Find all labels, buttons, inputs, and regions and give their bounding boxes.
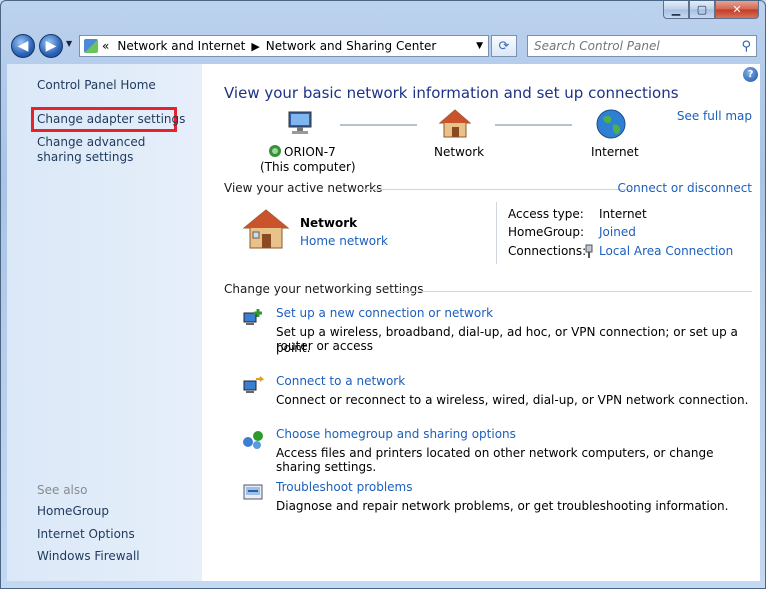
- details-divider: [496, 202, 497, 264]
- local-area-connection-link[interactable]: Local Area Connection: [599, 244, 733, 258]
- sidebar-item-homegroup[interactable]: HomeGroup: [37, 504, 197, 519]
- map-connector-1: [340, 124, 417, 126]
- sidebar-item-change-advanced-sharing[interactable]: Change advanced sharing settings: [37, 135, 187, 165]
- task-connect-network-desc: Connect or reconnect to a wireless, wire…: [276, 393, 749, 407]
- sidebar-item-change-adapter-settings[interactable]: Change adapter settings: [37, 112, 197, 127]
- sidebar-item-control-panel-home[interactable]: Control Panel Home: [37, 78, 197, 93]
- task-new-connection-link[interactable]: Set up a new connection or network: [276, 306, 493, 320]
- task-new-connection-desc-1: Set up a wireless, broadband, dial-up, a…: [276, 325, 738, 353]
- breadcrumb-separator-icon[interactable]: ▶: [251, 40, 259, 53]
- computer-icon: [286, 109, 316, 139]
- forward-button[interactable]: ▶: [39, 34, 63, 58]
- address-dropdown-icon[interactable]: ▼: [476, 41, 483, 51]
- internet-globe-icon: [595, 108, 627, 140]
- task-new-connection-desc-2: point.: [276, 341, 311, 355]
- task-connect-network-link[interactable]: Connect to a network: [276, 374, 405, 388]
- search-box[interactable]: ⚲: [527, 35, 757, 57]
- caption-buttons: ▁ ▢ ✕: [663, 1, 759, 19]
- homegroup-label: HomeGroup:: [508, 225, 585, 239]
- breadcrumb-overflow[interactable]: «: [102, 39, 109, 53]
- sidebar-item-windows-firewall[interactable]: Windows Firewall: [37, 549, 197, 564]
- maximize-button[interactable]: ▢: [689, 1, 715, 19]
- page-title: View your basic network information and …: [224, 84, 679, 102]
- see-also-heading: See also: [37, 483, 88, 497]
- active-network-name: Network: [300, 216, 358, 230]
- sidebar-item-internet-options[interactable]: Internet Options: [37, 527, 197, 542]
- breadcrumb-network-sharing-center[interactable]: Network and Sharing Center: [266, 39, 437, 53]
- navigation-bar: ◀ ▶ ▼ « Network and Internet ▶ Network a…: [11, 33, 757, 59]
- access-type-label: Access type:: [508, 207, 584, 221]
- search-input[interactable]: [534, 39, 724, 53]
- back-button[interactable]: ◀: [11, 34, 35, 58]
- connect-or-disconnect-link[interactable]: Connect or disconnect: [617, 181, 752, 195]
- task-troubleshoot-link[interactable]: Troubleshoot problems: [276, 480, 412, 494]
- homegroup-joined-link[interactable]: Joined: [599, 225, 636, 239]
- computer-name: ORION-7: [284, 145, 336, 159]
- connect-network-icon: [242, 374, 265, 396]
- troubleshoot-icon: [242, 481, 264, 503]
- network-house-icon: [438, 108, 472, 140]
- breadcrumb-network-and-internet[interactable]: Network and Internet: [117, 39, 245, 53]
- sidebar: Control Panel Home Change adapter settin…: [7, 64, 202, 581]
- connections-label: Connections:: [508, 244, 587, 258]
- address-bar[interactable]: « Network and Internet ▶ Network and Sha…: [79, 35, 489, 57]
- new-connection-icon: [242, 307, 264, 329]
- recent-pages-dropdown-icon[interactable]: ▼: [66, 39, 72, 48]
- home-network-link[interactable]: Home network: [300, 234, 388, 248]
- map-connector-2: [495, 124, 572, 126]
- active-network-house-icon: [242, 208, 290, 252]
- internet-map-label: Internet: [591, 145, 639, 159]
- active-networks-divider: [362, 189, 630, 190]
- homegroup-icon: [242, 428, 264, 450]
- see-full-map-link[interactable]: See full map: [677, 109, 752, 123]
- task-homegroup-desc: Access files and printers located on oth…: [276, 446, 714, 474]
- task-troubleshoot-desc: Diagnose and repair network problems, or…: [276, 499, 729, 513]
- active-networks-heading: View your active networks: [224, 181, 383, 195]
- networking-settings-heading: Change your networking settings: [224, 282, 424, 296]
- refresh-button[interactable]: ⟳: [491, 35, 517, 57]
- close-button[interactable]: ✕: [715, 1, 759, 19]
- network-map-label: Network: [434, 145, 485, 159]
- window: ▁ ▢ ✕ ◀ ▶ ▼ « Network and Internet ▶ Net…: [0, 0, 766, 589]
- control-panel-icon: [84, 39, 98, 53]
- ethernet-icon: [584, 244, 594, 258]
- help-icon[interactable]: ?: [743, 67, 758, 82]
- networking-settings-divider: [396, 291, 752, 292]
- computer-status-icon: [268, 144, 282, 161]
- access-type-value: Internet: [599, 207, 647, 221]
- minimize-button[interactable]: ▁: [663, 1, 689, 19]
- search-icon[interactable]: ⚲: [741, 39, 751, 54]
- computer-note: (This computer): [260, 160, 356, 174]
- main-content: ? View your basic network information an…: [202, 64, 760, 581]
- task-homegroup-link[interactable]: Choose homegroup and sharing options: [276, 427, 516, 441]
